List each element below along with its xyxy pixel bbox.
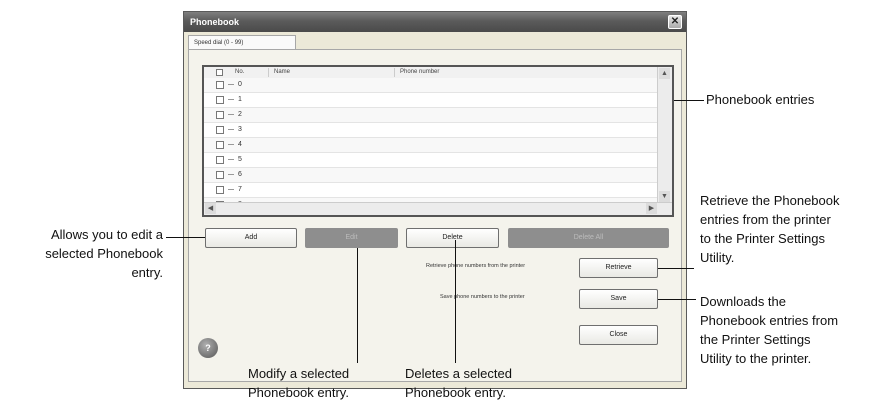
scroll-down-icon[interactable]: ▼ [659, 191, 670, 202]
tab-speed-dial[interactable]: Speed dial (0 - 99) [188, 35, 296, 50]
column-header-name[interactable]: Name [274, 67, 290, 78]
list-row[interactable]: 7 [204, 183, 658, 198]
callout-phonebook-entries: Phonebook entries [706, 92, 815, 107]
row-number: 2 [238, 111, 242, 118]
dialog-title: Phonebook [184, 12, 686, 32]
list-row[interactable]: 2 [204, 108, 658, 123]
row-checkbox[interactable] [216, 186, 224, 194]
list-row[interactable]: 4 [204, 138, 658, 153]
vertical-scrollbar[interactable]: ▲ ▼ [657, 67, 672, 203]
select-all-checkbox[interactable] [216, 69, 223, 76]
row-checkbox[interactable] [216, 216, 224, 217]
list-rows: 0 1 2 3 4 5 6 7 8 9 [204, 78, 658, 217]
row-checkbox[interactable] [216, 96, 224, 104]
row-checkbox[interactable] [216, 141, 224, 149]
row-checkbox[interactable] [216, 126, 224, 134]
row-checkbox[interactable] [216, 171, 224, 179]
save-label: Save phone numbers to the printer [440, 294, 525, 300]
delete-button[interactable]: Delete [406, 228, 499, 248]
row-number: 7 [238, 186, 242, 193]
row-checkbox[interactable] [216, 111, 224, 119]
row-number: 1 [238, 96, 242, 103]
row-number: 4 [238, 141, 242, 148]
list-row[interactable]: 5 [204, 153, 658, 168]
list-row[interactable]: 1 [204, 93, 658, 108]
delete-all-button[interactable]: Delete All [508, 228, 669, 248]
scroll-up-icon[interactable]: ▲ [659, 68, 670, 79]
callout-downloads: Downloads the Phonebook entries from the… [700, 294, 839, 366]
row-number: 5 [238, 156, 242, 163]
callout-modify: Modify a selected Phonebook entry. [248, 366, 350, 400]
list-row[interactable]: 6 [204, 168, 658, 183]
row-checkbox[interactable] [216, 156, 224, 164]
row-number: 3 [238, 126, 242, 133]
save-button[interactable]: Save [579, 289, 658, 309]
close-button[interactable]: Close [579, 325, 658, 345]
add-button[interactable]: Add [205, 228, 297, 248]
row-number: 0 [238, 81, 242, 88]
scroll-left-icon[interactable]: ◀ [205, 203, 216, 214]
column-header-no[interactable]: No. [235, 67, 244, 78]
horizontal-scrollbar[interactable]: ◀ ▶ [204, 202, 672, 215]
callout-edit: Allows you to edit a selected Phonebook … [45, 227, 163, 280]
help-icon[interactable]: ? [198, 338, 218, 358]
close-icon[interactable]: ✕ [668, 15, 682, 29]
list-row[interactable]: 3 [204, 123, 658, 138]
row-checkbox[interactable] [216, 81, 224, 89]
list-row[interactable]: 0 [204, 78, 658, 93]
column-header-phone[interactable]: Phone number [400, 67, 439, 78]
callout-deletes: Deletes a selected Phonebook entry. [405, 366, 512, 400]
retrieve-button[interactable]: Retrieve [579, 258, 658, 278]
row-number: 6 [238, 171, 242, 178]
edit-button[interactable]: Edit [305, 228, 398, 248]
scroll-right-icon[interactable]: ▶ [646, 203, 657, 214]
callout-retrieve: Retrieve the Phonebook entries from the … [700, 193, 840, 265]
phonebook-list[interactable]: No. Name Phone number 0 1 2 3 4 5 6 7 8 … [202, 65, 674, 217]
retrieve-label: Retrieve phone numbers from the printer [426, 263, 526, 269]
